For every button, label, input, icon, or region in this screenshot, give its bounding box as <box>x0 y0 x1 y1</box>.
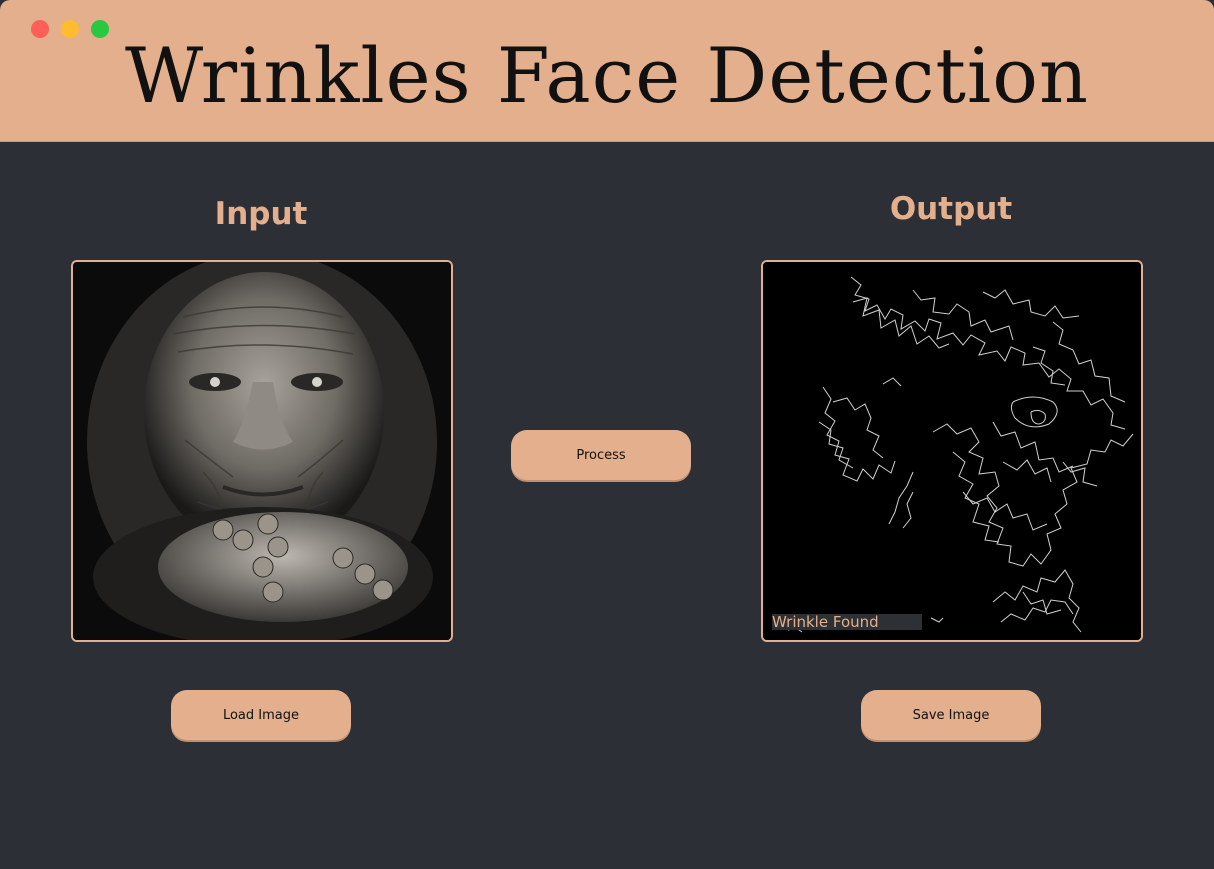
output-image: Wrinkle Found <box>761 260 1143 642</box>
save-image-button[interactable]: Save Image <box>861 690 1041 740</box>
app-title: Wrinkles Face Detection <box>125 31 1089 120</box>
title-bar: Wrinkles Face Detection <box>0 0 1214 142</box>
portrait-image <box>73 262 451 640</box>
wrinkle-map-image <box>763 262 1141 640</box>
input-label: Input <box>214 196 308 232</box>
app-window: Wrinkles Face Detection Input Load Image… <box>0 0 1214 869</box>
result-label: Wrinkle Found <box>772 614 922 630</box>
output-label: Output <box>889 191 1013 227</box>
input-image <box>71 260 453 642</box>
load-image-button[interactable]: Load Image <box>171 690 351 740</box>
process-button[interactable]: Process <box>511 430 691 480</box>
